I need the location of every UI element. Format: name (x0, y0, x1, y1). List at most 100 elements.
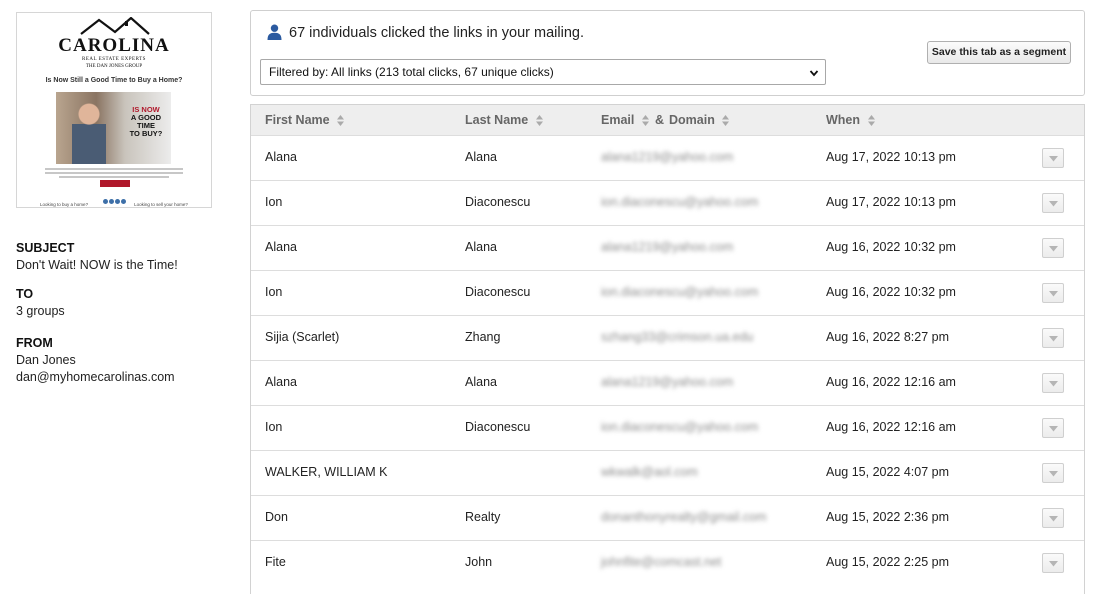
chevron-down-icon (1049, 516, 1058, 522)
row-actions-button[interactable] (1042, 463, 1064, 483)
last-name-cell: Diaconescu (465, 285, 531, 299)
preview-body-text (45, 168, 183, 180)
sort-icon (641, 115, 649, 127)
chevron-down-icon (1049, 561, 1058, 567)
last-name-cell: Alana (465, 240, 497, 254)
chevron-down-icon (1049, 156, 1058, 162)
email-cell[interactable]: donanthonyrealty@gmail.com (601, 510, 767, 524)
chevron-down-icon (809, 70, 819, 77)
col-email-label: Email (601, 113, 635, 127)
table-row: Alana Alana alana1219@yahoo.com Aug 16, … (251, 225, 1084, 270)
table-row: Ion Diaconescu ion.diaconescu@yahoo.com … (251, 180, 1084, 225)
chevron-down-icon (1049, 381, 1058, 387)
first-name-cell: Ion (265, 285, 283, 299)
col-when-label: When (826, 113, 861, 127)
row-actions-button[interactable] (1042, 418, 1064, 438)
table-row: Alana Alana alana1219@yahoo.com Aug 17, … (251, 135, 1084, 180)
col-domain[interactable]: Domain (669, 113, 730, 127)
email-cell[interactable]: wkwalk@aol.com (601, 465, 698, 479)
first-name-cell: Ion (265, 195, 283, 209)
col-when[interactable]: When (826, 113, 875, 127)
table-row: Alana Alana alana1219@yahoo.com Aug 16, … (251, 360, 1084, 405)
chevron-down-icon (1049, 201, 1058, 207)
row-actions-button[interactable] (1042, 283, 1064, 303)
table-row: Don Realty donanthonyrealty@gmail.com Au… (251, 495, 1084, 540)
preview-footer: Looking to buy a home? Looking to sell y… (17, 202, 211, 207)
chevron-down-icon (1049, 246, 1058, 252)
to-value: 3 groups (16, 304, 65, 318)
logo-subtitle: REAL ESTATE EXPERTS (82, 57, 146, 62)
hero-line: TO BUY? (129, 129, 163, 138)
table-row: Ion Diaconescu ion.diaconescu@yahoo.com … (251, 270, 1084, 315)
last-name-cell: Diaconescu (465, 195, 531, 209)
table-row: WALKER, WILLIAM K wkwalk@aol.com Aug 15,… (251, 450, 1084, 495)
when-cell: Aug 16, 2022 12:16 am (826, 375, 956, 389)
first-name-cell: Don (265, 510, 288, 524)
row-actions-button[interactable] (1042, 193, 1064, 213)
row-actions-button[interactable] (1042, 238, 1064, 258)
email-cell[interactable]: alana1219@yahoo.com (601, 375, 733, 389)
last-name-cell: Alana (465, 150, 497, 164)
email-cell[interactable]: szhang33@crimson.ua.edu (601, 330, 753, 344)
link-filter-value: Filtered by: All links (213 total clicks… (269, 65, 554, 79)
table-row: Ion Diaconescu ion.diaconescu@yahoo.com … (251, 405, 1084, 450)
email-cell[interactable]: ion.diaconescu@yahoo.com (601, 285, 758, 299)
row-actions-button[interactable] (1042, 148, 1064, 168)
last-name-cell: John (465, 555, 493, 569)
logo-title: CAROLINA (58, 35, 170, 56)
email-cell[interactable]: ion.diaconescu@yahoo.com (601, 420, 758, 434)
col-last-name-label: Last Name (465, 113, 529, 127)
email-cell[interactable]: alana1219@yahoo.com (601, 150, 733, 164)
preview-cta-button (100, 180, 130, 187)
row-actions-button[interactable] (1042, 373, 1064, 393)
row-actions-button[interactable] (1042, 553, 1064, 573)
clicks-summary-text: 67 individuals clicked the links in your… (289, 25, 584, 41)
first-name-cell: Alana (265, 240, 297, 254)
first-name-cell: Sijia (Scarlet) (265, 330, 340, 344)
email-preview-thumbnail[interactable]: CAROLINA REAL ESTATE EXPERTS THE DAN JON… (16, 12, 212, 208)
from-label: FROM (16, 336, 53, 350)
when-cell: Aug 16, 2022 10:32 pm (826, 285, 956, 299)
hero-image: IS NOW A GOOD TIME TO BUY? (56, 92, 171, 164)
sort-icon (722, 115, 730, 127)
row-actions-button[interactable] (1042, 508, 1064, 528)
col-email[interactable]: Email (601, 113, 649, 127)
col-first-name[interactable]: First Name (265, 113, 345, 127)
row-actions-button[interactable] (1042, 328, 1064, 348)
email-cell[interactable]: johnfite@comcast.net (601, 555, 721, 569)
click-summary-panel: 67 individuals clicked the links in your… (250, 10, 1085, 96)
link-filter-select[interactable]: Filtered by: All links (213 total clicks… (260, 59, 826, 85)
when-cell: Aug 16, 2022 10:32 pm (826, 240, 956, 254)
chevron-down-icon (1049, 426, 1058, 432)
footer-right-text: Looking to sell your home? (134, 202, 188, 207)
last-name-cell: Zhang (465, 330, 501, 344)
sort-icon (867, 115, 875, 127)
house-logo-icon (80, 17, 150, 35)
first-name-cell: Ion (265, 420, 283, 434)
table-row: Sijia (Scarlet) Zhang szhang33@crimson.u… (251, 315, 1084, 360)
when-cell: Aug 15, 2022 4:07 pm (826, 465, 950, 479)
email-cell[interactable]: ion.diaconescu@yahoo.com (601, 195, 758, 209)
email-cell[interactable]: alana1219@yahoo.com (601, 240, 733, 254)
when-cell: Aug 17, 2022 10:13 pm (826, 150, 956, 164)
subject-block: SUBJECT Don't Wait! NOW is the Time! (16, 240, 236, 274)
user-icon (267, 24, 282, 40)
to-block: TO 3 groups (16, 286, 236, 320)
sort-icon (535, 115, 543, 127)
subject-value: Don't Wait! NOW is the Time! (16, 258, 178, 272)
chevron-down-icon (1049, 336, 1058, 342)
preview-headline: Is Now Still a Good Time to Buy a Home? (45, 77, 183, 84)
to-label: TO (16, 287, 34, 301)
when-cell: Aug 15, 2022 2:36 pm (826, 510, 950, 524)
col-last-name[interactable]: Last Name (465, 113, 543, 127)
first-name-cell: Alana (265, 375, 297, 389)
save-segment-button[interactable]: Save this tab as a segment (927, 41, 1071, 64)
last-name-cell: Realty (465, 510, 501, 524)
first-name-cell: Fite (265, 555, 286, 569)
subject-label: SUBJECT (16, 241, 75, 255)
agent-photo (72, 100, 106, 164)
last-name-cell: Diaconescu (465, 420, 531, 434)
first-name-cell: Alana (265, 150, 297, 164)
from-name: Dan Jones (16, 353, 76, 367)
table-row: Fite John johnfite@comcast.net Aug 15, 2… (251, 540, 1084, 585)
